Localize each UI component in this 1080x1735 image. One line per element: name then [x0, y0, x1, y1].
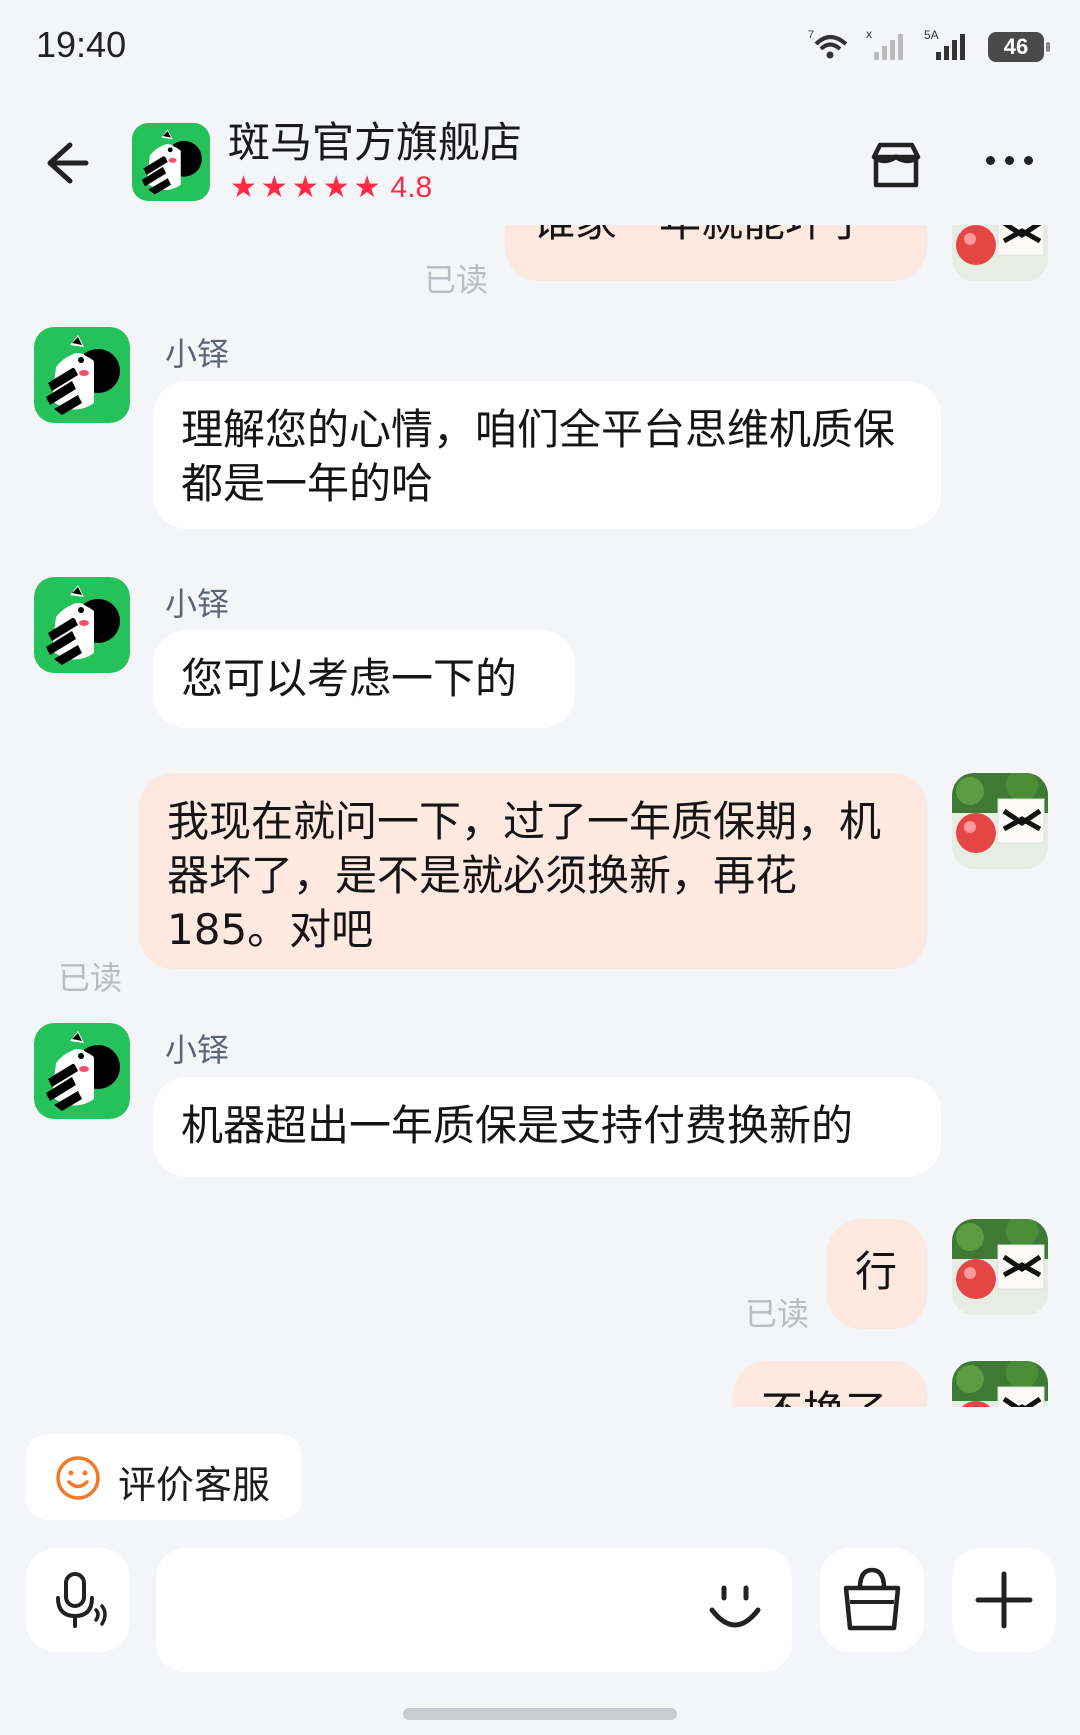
shop-logo[interactable]	[132, 123, 210, 201]
shopping-bag-icon	[843, 1567, 901, 1631]
message-text: 机器超出一年质保是支持付费换新的	[181, 1101, 854, 1150]
message-text: 不换了	[761, 1385, 901, 1407]
more-dot	[1024, 155, 1033, 165]
sender-name: 小铎	[165, 585, 230, 623]
voice-mic-icon	[56, 1572, 107, 1628]
back-arrow-icon[interactable]	[36, 133, 96, 193]
read-receipt: 已读	[424, 261, 489, 299]
signal-x-label: x	[866, 28, 872, 41]
home-indicator	[403, 1708, 677, 1720]
status-bar: 19:40 7 x 5A 46	[0, 0, 1080, 95]
message-text: 行	[855, 1247, 898, 1296]
star-icon: ★	[230, 170, 257, 205]
shopping-bag-button[interactable]	[820, 1548, 924, 1652]
user-avatar[interactable]	[952, 225, 1048, 281]
more-actions-button[interactable]	[952, 1548, 1056, 1652]
voice-input-button[interactable]	[26, 1548, 130, 1652]
input-bar	[0, 1548, 1080, 1672]
sender-name: 小铎	[165, 1031, 230, 1069]
message-bubble-outgoing[interactable]: 我现在就问一下，过了一年质保期，机器坏了，是不是就必须换新，再花185。对吧	[139, 773, 927, 969]
emoji-icon[interactable]	[700, 1574, 770, 1644]
star-icon: ★	[291, 170, 319, 205]
message-input[interactable]	[156, 1548, 792, 1672]
message-bubble-incoming[interactable]: 机器超出一年质保是支持付费换新的	[153, 1077, 941, 1177]
star-icon: ★	[322, 170, 350, 205]
star-icon: ★	[260, 170, 288, 205]
agent-avatar[interactable]	[34, 577, 130, 673]
more-icon[interactable]	[986, 145, 1046, 175]
user-avatar[interactable]	[952, 773, 1048, 869]
rate-service-label: 评价客服	[118, 1463, 271, 1507]
rating-value: 4.8	[390, 171, 433, 204]
shop-rating: ★ ★ ★ ★ ★ 4.8	[230, 171, 432, 205]
star-icon: ★	[353, 170, 381, 205]
message-text: 您可以考虑一下的	[181, 654, 518, 703]
wifi-label: 7	[808, 29, 814, 41]
status-time: 19:40	[36, 24, 127, 65]
message-bubble-incoming[interactable]: 您可以考虑一下的	[153, 630, 575, 728]
status-icons: 7 x 5A 46	[808, 28, 1050, 62]
signal-5a-icon: 5A	[924, 28, 965, 60]
chat-header: 斑马官方旗舰店 ★ ★ ★ ★ ★ 4.8	[0, 95, 1080, 225]
signal-x-icon: x	[866, 28, 903, 60]
message-bubble-outgoing[interactable]: 不换了	[733, 1361, 927, 1407]
sender-name: 小铎	[165, 335, 230, 373]
message-bubble-outgoing[interactable]: 谁家一年就能坏了	[505, 225, 927, 281]
store-icon[interactable]	[866, 135, 926, 195]
message-text: 我现在就问一下，过了一年质保期，机器坏了，是不是就必须换新，再花185。对吧	[167, 797, 882, 954]
message-text: 理解您的心情，咱们全平台思维机质保都是一年的哈	[181, 405, 896, 508]
user-avatar[interactable]	[952, 1219, 1048, 1315]
signal-5a-label: 5A	[924, 28, 939, 42]
agent-avatar[interactable]	[34, 1023, 130, 1119]
rate-service-button[interactable]: 评价客服	[26, 1434, 302, 1520]
message-bubble-outgoing[interactable]: 行	[827, 1219, 927, 1329]
user-avatar[interactable]	[952, 1361, 1048, 1407]
message-bubble-incoming[interactable]: 理解您的心情，咱们全平台思维机质保都是一年的哈	[153, 381, 941, 529]
read-receipt: 已读	[58, 959, 123, 997]
plus-icon	[975, 1571, 1033, 1629]
message-text: 谁家一年就能坏了	[533, 225, 901, 249]
more-dot	[986, 155, 995, 165]
wifi-icon: 7	[808, 29, 848, 59]
agent-avatar[interactable]	[34, 327, 130, 423]
smile-icon	[56, 1456, 100, 1500]
shop-name[interactable]: 斑马官方旗舰店	[228, 109, 522, 170]
more-dot	[1005, 155, 1014, 165]
battery-indicator: 46	[988, 32, 1050, 62]
chat-message-list[interactable]: 已读 谁家一年就能坏了 小铎 理解您的心情，咱们全平台思维机质保都是一年的哈 小…	[0, 225, 1080, 1407]
read-receipt: 已读	[745, 1295, 810, 1333]
